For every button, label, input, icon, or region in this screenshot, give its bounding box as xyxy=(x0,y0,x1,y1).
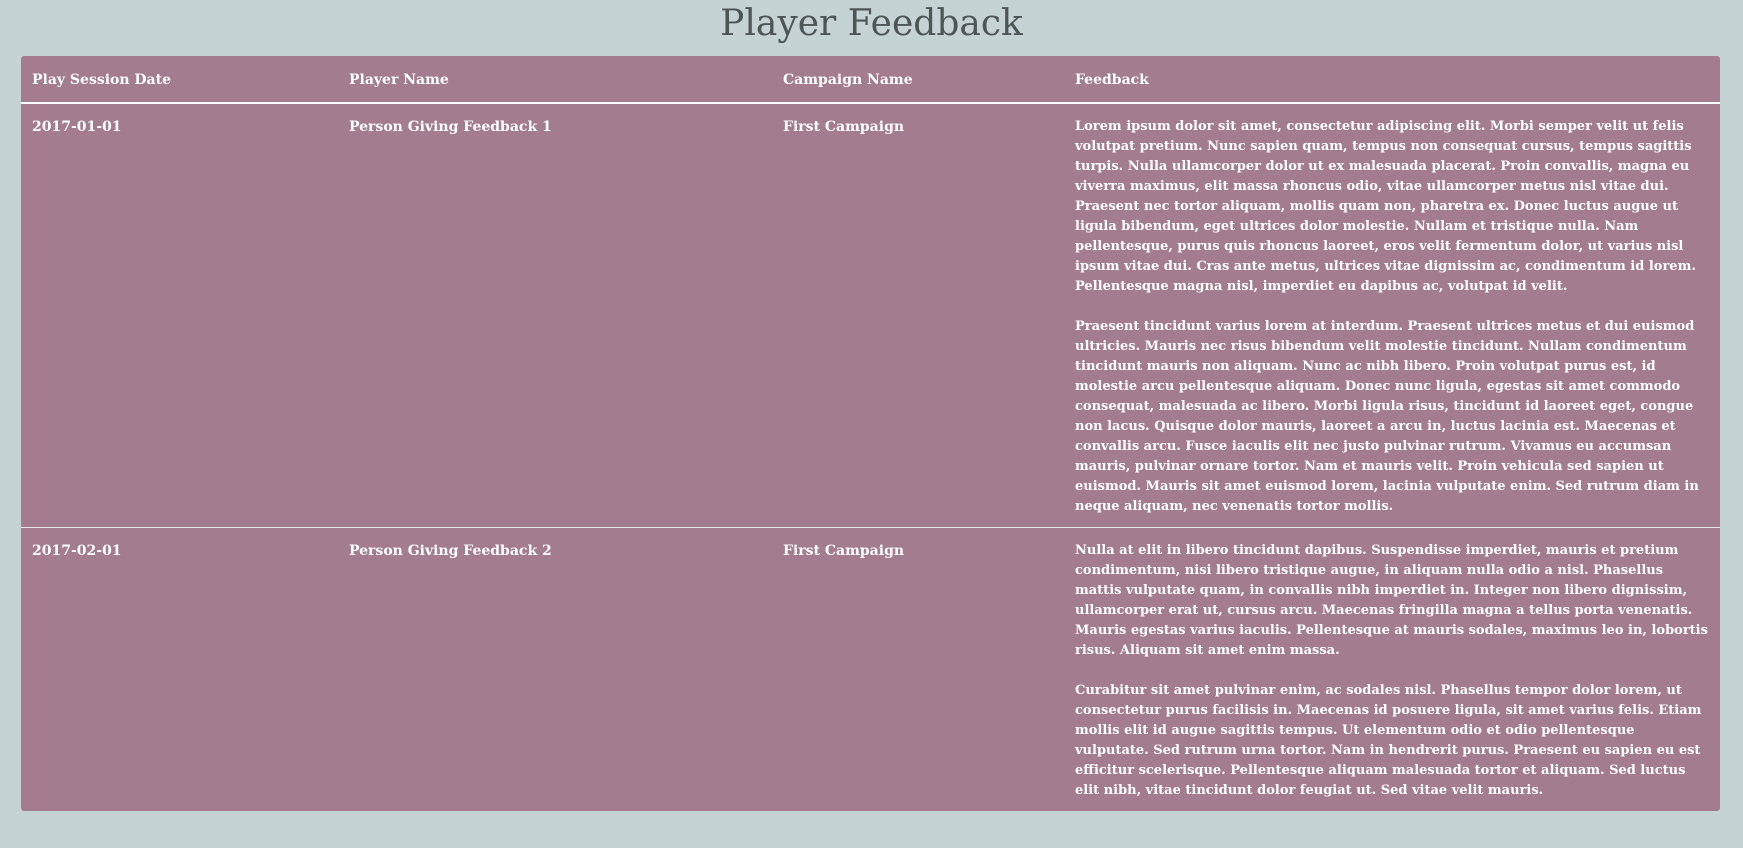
feedback-paragraph: Praesent tincidunt varius lorem at inter… xyxy=(1075,319,1699,514)
table-row: 2017-01-01 Person Giving Feedback 1 Firs… xyxy=(21,103,1720,528)
feedback-paragraph: Lorem ipsum dolor sit amet, consectetur … xyxy=(1075,119,1696,294)
cell-feedback: Nulla at elit in libero tincidunt dapibu… xyxy=(1064,527,1720,811)
feedback-table-container: Play Session Date Player Name Campaign N… xyxy=(21,56,1720,811)
feedback-paragraph: Curabitur sit amet pulvinar enim, ac sod… xyxy=(1075,683,1702,798)
cell-campaign-name: First Campaign xyxy=(772,527,1064,811)
feedback-paragraph: Nulla at elit in libero tincidunt dapibu… xyxy=(1075,543,1708,658)
cell-player-name: Person Giving Feedback 2 xyxy=(338,527,772,811)
page-title: Player Feedback xyxy=(720,3,1023,44)
cell-session-date: 2017-02-01 xyxy=(21,527,338,811)
header-feedback: Feedback xyxy=(1064,56,1720,104)
cell-campaign-name: First Campaign xyxy=(783,119,905,135)
header-campaign-name: Campaign Name xyxy=(772,56,1064,104)
table-header: Play Session Date Player Name Campaign N… xyxy=(21,56,1720,104)
cell-session-date: 2017-01-01 xyxy=(32,119,122,135)
header-player-name: Player Name xyxy=(338,56,772,104)
table-row: 2017-02-01 Person Giving Feedback 2 Firs… xyxy=(21,527,1720,811)
header-row: Play Session Date Player Name Campaign N… xyxy=(21,56,1720,104)
table-body: 2017-01-01 Person Giving Feedback 1 Firs… xyxy=(21,103,1720,811)
cell-player-name: Person Giving Feedback 1 xyxy=(349,119,552,135)
cell-feedback: Lorem ipsum dolor sit amet, consectetur … xyxy=(1064,103,1720,528)
header-play-session-date: Play Session Date xyxy=(21,56,338,104)
feedback-table: Play Session Date Player Name Campaign N… xyxy=(21,56,1720,811)
